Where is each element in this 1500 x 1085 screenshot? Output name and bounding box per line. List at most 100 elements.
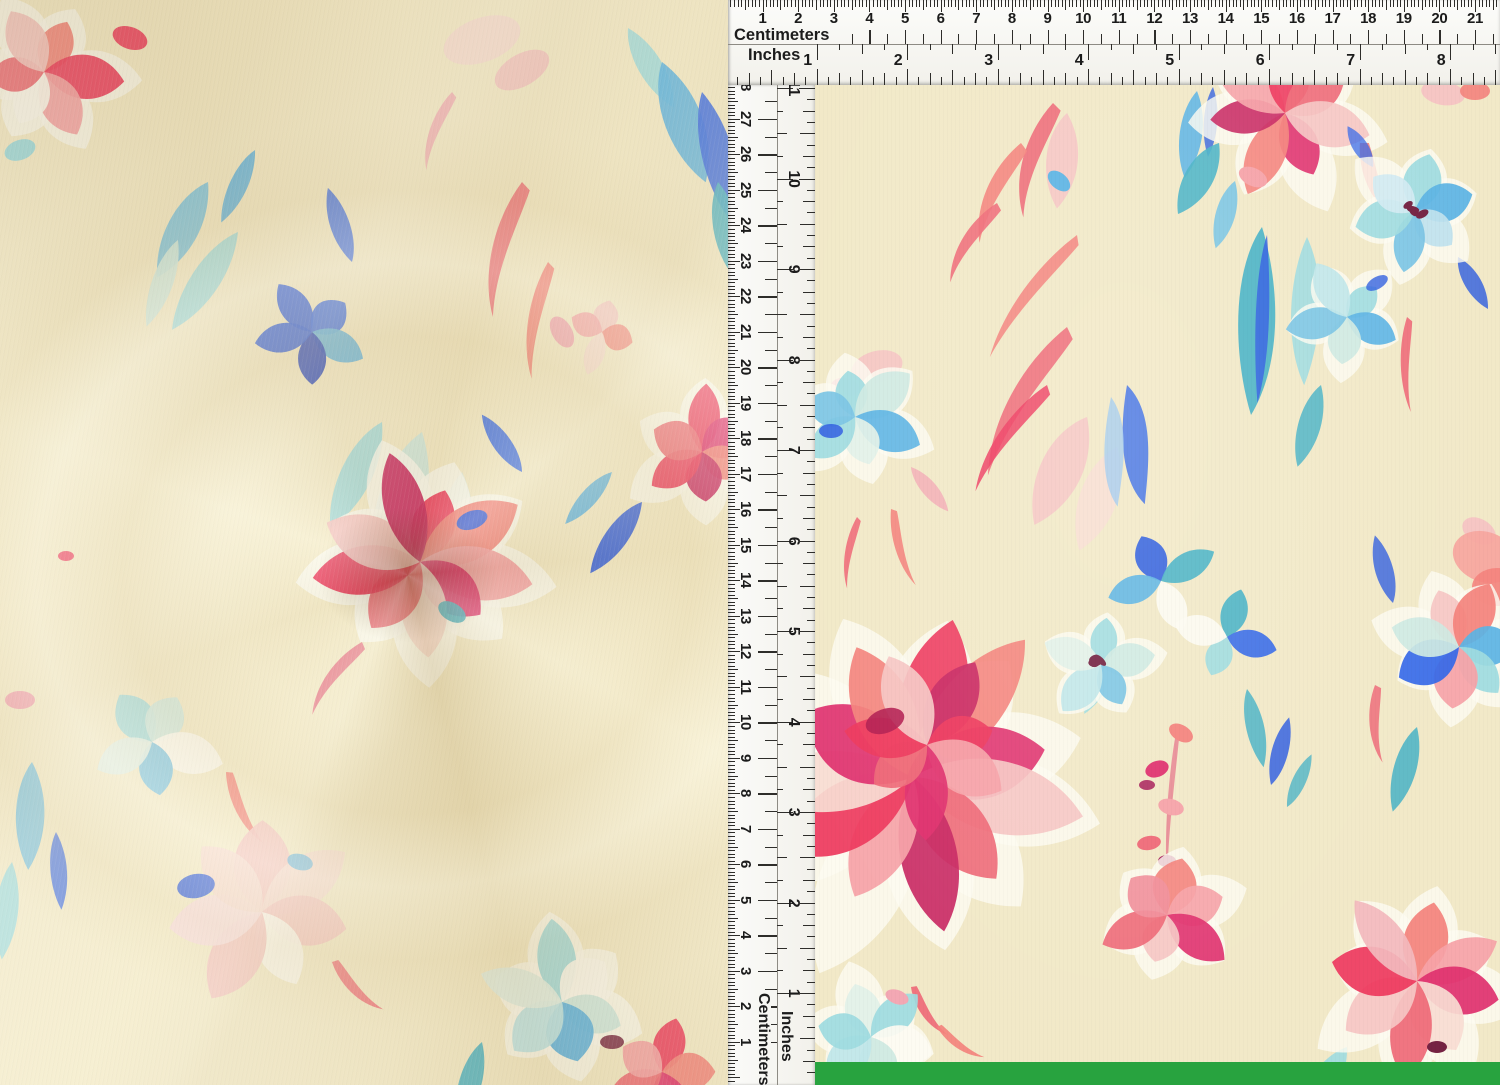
cm-tick bbox=[758, 509, 777, 510]
mm-tick bbox=[728, 559, 735, 560]
half-cm-tick bbox=[1315, 34, 1316, 44]
sub-inch-tick bbox=[777, 495, 787, 496]
cm-number: 2 bbox=[794, 11, 802, 26]
mm-tick bbox=[728, 911, 735, 912]
eighth-inch-tick bbox=[1111, 73, 1112, 85]
cm-tick bbox=[1154, 30, 1155, 44]
mm-tick bbox=[728, 868, 735, 869]
cm-tick bbox=[758, 793, 777, 794]
mm-tick bbox=[728, 907, 735, 908]
mm-tick bbox=[728, 275, 735, 276]
mm-tick bbox=[728, 1021, 735, 1022]
mm-tick bbox=[1340, 0, 1341, 7]
mm-tick bbox=[728, 662, 735, 663]
mm-tick bbox=[1069, 0, 1070, 7]
mm-tick bbox=[728, 417, 735, 418]
cm-number: 17 bbox=[738, 466, 753, 482]
mm-tick bbox=[728, 289, 735, 290]
mm-tick bbox=[728, 421, 738, 422]
cm-tick bbox=[1048, 30, 1049, 44]
cm-tick bbox=[758, 758, 777, 759]
mm-tick bbox=[1169, 0, 1170, 7]
cm-tick bbox=[758, 616, 777, 617]
cm-tick bbox=[1012, 30, 1013, 44]
half-cm-tick bbox=[765, 101, 777, 102]
eighth-inch-tick bbox=[807, 439, 816, 440]
mm-tick bbox=[728, 250, 735, 251]
eighth-inch-tick bbox=[986, 77, 987, 86]
mm-tick bbox=[728, 779, 735, 780]
inch-number: 11 bbox=[786, 85, 801, 96]
eighth-inch-tick bbox=[807, 235, 816, 236]
mm-tick bbox=[728, 527, 738, 528]
mm-tick bbox=[728, 179, 735, 180]
eighth-inch-tick bbox=[1088, 69, 1089, 85]
eighth-inch-tick bbox=[807, 891, 816, 892]
mm-tick bbox=[728, 705, 738, 706]
mm-tick bbox=[734, 0, 735, 7]
eighth-inch-tick bbox=[803, 111, 815, 112]
mm-tick bbox=[728, 101, 738, 102]
mm-tick bbox=[728, 609, 735, 610]
eighth-inch-tick bbox=[817, 69, 818, 85]
mm-tick bbox=[944, 0, 945, 7]
mm-tick bbox=[1425, 0, 1426, 7]
mm-tick bbox=[1347, 0, 1348, 7]
mm-tick bbox=[777, 0, 778, 7]
mm-tick bbox=[891, 0, 892, 7]
mm-tick bbox=[728, 264, 735, 265]
mm-tick bbox=[738, 0, 739, 7]
eighth-inch-tick bbox=[803, 473, 815, 474]
eighth-inch-tick bbox=[799, 993, 815, 994]
mm-tick bbox=[728, 552, 735, 553]
eighth-inch-tick bbox=[1099, 77, 1100, 86]
eighth-inch-tick bbox=[807, 597, 816, 598]
eighth-inch-tick bbox=[1292, 73, 1293, 85]
cm-tick bbox=[1333, 30, 1334, 44]
eighth-inch-tick bbox=[807, 914, 816, 915]
cm-number: 12 bbox=[1146, 11, 1162, 26]
mm-tick bbox=[728, 151, 735, 152]
mm-tick bbox=[1350, 0, 1351, 10]
mm-tick bbox=[728, 598, 738, 599]
mm-tick bbox=[728, 98, 735, 99]
mm-tick bbox=[728, 449, 735, 450]
sub-inch-tick bbox=[1111, 44, 1112, 50]
mm-tick bbox=[728, 719, 735, 720]
mm-tick bbox=[1276, 0, 1277, 7]
eighth-inch-tick bbox=[862, 70, 863, 85]
half-cm-tick bbox=[1493, 34, 1494, 44]
half-cm-tick bbox=[765, 563, 777, 564]
eighth-inch-tick bbox=[799, 179, 815, 180]
mm-tick bbox=[728, 257, 735, 258]
mm-tick bbox=[728, 641, 735, 642]
sub-inch-tick bbox=[777, 970, 783, 971]
half-cm-tick bbox=[1208, 34, 1209, 44]
eighth-inch-tick bbox=[807, 552, 816, 553]
mm-tick bbox=[987, 0, 988, 7]
cm-number: 2 bbox=[738, 1002, 753, 1010]
eighth-inch-tick bbox=[952, 70, 953, 85]
mm-tick bbox=[728, 467, 735, 468]
eighth-inch-tick bbox=[800, 676, 815, 677]
eighth-inch-tick bbox=[964, 77, 965, 86]
cm-tick bbox=[758, 580, 777, 581]
mm-tick bbox=[728, 176, 735, 177]
eighth-inch-tick bbox=[1405, 70, 1406, 85]
mm-tick bbox=[728, 715, 735, 716]
eighth-inch-tick bbox=[800, 314, 815, 315]
sub-inch-tick bbox=[1201, 44, 1202, 50]
eighth-inch-tick bbox=[907, 69, 908, 85]
mm-tick bbox=[728, 1045, 735, 1046]
half-cm-tick bbox=[1030, 34, 1031, 44]
cm-tick bbox=[976, 30, 977, 44]
eighth-inch-tick bbox=[803, 201, 815, 202]
mm-tick bbox=[1197, 0, 1198, 7]
half-cm-tick bbox=[765, 279, 777, 280]
eighth-inch-tick bbox=[807, 1004, 816, 1005]
eighth-inch-tick bbox=[1224, 70, 1225, 85]
eighth-inch-tick bbox=[800, 1038, 815, 1039]
mm-tick bbox=[728, 364, 735, 365]
inch-number: 2 bbox=[894, 53, 903, 68]
mm-tick bbox=[728, 939, 735, 940]
